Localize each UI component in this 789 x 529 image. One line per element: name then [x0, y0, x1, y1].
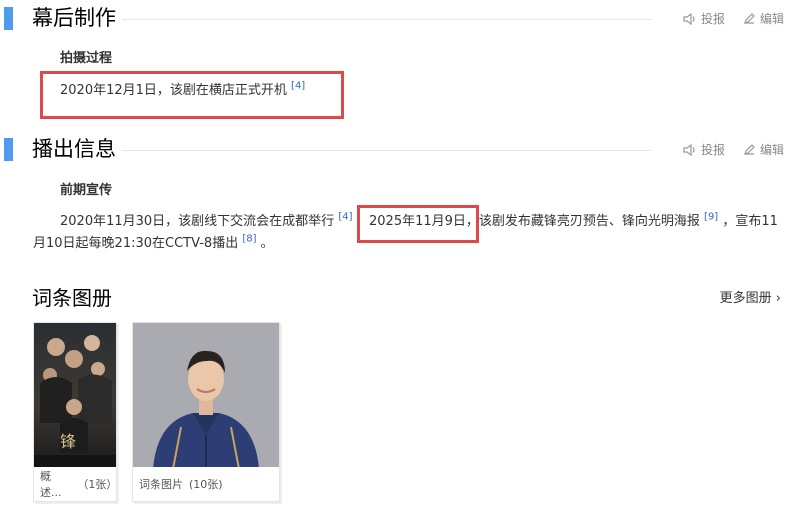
album-count: （1张） [77, 478, 118, 491]
citation-link[interactable]: [8] [242, 234, 256, 245]
promotion-text: 月10日起每晚21:30在CCTV-8播出 [33, 236, 239, 251]
section-title: 幕后制作 [32, 6, 116, 30]
album-name: 概述... [40, 470, 62, 499]
section-divider [122, 150, 652, 151]
promotion-text: ，宣布11 [722, 214, 778, 229]
subheading-filming: 拍摄过程 [60, 51, 113, 66]
filming-text: 2020年12月1日，该剧在横店正式开机 [60, 83, 287, 98]
portrait-image [133, 323, 279, 470]
gallery-title: 词条图册 [32, 286, 112, 310]
speaker-icon [683, 143, 697, 156]
section-header-production: 幕后制作 投报 编辑 [0, 3, 789, 33]
album-card[interactable]: 词条图片 (10张) [132, 322, 280, 502]
promotion-line-1-b: 2025年11月9日，该剧发布藏锋亮刃预告、锋向光明海报 [9] ，宣布11 [369, 211, 778, 233]
album-card[interactable]: 锋 概述... （1张） [33, 322, 117, 502]
subheading-promotion: 前期宣传 [60, 183, 113, 198]
section-tools: 投报 编辑 [683, 141, 784, 158]
report-button[interactable]: 投报 [683, 10, 725, 27]
edit-button[interactable]: 编辑 [743, 141, 784, 158]
chevron-right-icon: › [775, 291, 781, 306]
promotion-line-2: 月10日起每晚21:30在CCTV-8播出 [8] 。 [33, 233, 274, 255]
citation-link[interactable]: [4] [338, 212, 352, 223]
promotion-text: 2025年11月9日，该剧发布藏锋亮刃预告、锋向光明海报 [369, 214, 700, 229]
more-albums-link[interactable]: 更多图册 › [720, 287, 781, 306]
citation-link[interactable]: [9] [704, 212, 718, 223]
promotion-text: 2020年11月30日，该剧线下交流会在成都举行 [60, 214, 335, 229]
promotion-text: 。 [260, 236, 274, 251]
section-title: 播出信息 [32, 137, 116, 161]
promotion-line-1-a: 2020年11月30日，该剧线下交流会在成都举行 [4] [60, 211, 352, 233]
album-name: 词条图片 [139, 478, 183, 491]
edit-label: 编辑 [759, 143, 784, 157]
poster-image: 锋 [34, 323, 116, 469]
pencil-icon [743, 143, 756, 156]
edit-button[interactable]: 编辑 [743, 10, 784, 27]
report-label: 投报 [700, 143, 725, 157]
report-label: 投报 [700, 12, 725, 26]
album-caption: 概述... （1张） [34, 467, 118, 501]
section-divider [122, 19, 652, 20]
svg-text:锋: 锋 [60, 432, 76, 451]
album-count: (10张) [189, 478, 223, 491]
report-button[interactable]: 投报 [683, 141, 725, 158]
speaker-icon [683, 12, 697, 25]
section-header-broadcast: 播出信息 投报 编辑 [0, 134, 789, 164]
filming-paragraph: 2020年12月1日，该剧在横店正式开机 [4] [60, 80, 305, 102]
edit-label: 编辑 [759, 12, 784, 26]
pencil-icon [743, 12, 756, 25]
section-accent-bar [4, 7, 13, 30]
album-caption: 词条图片 (10张) [133, 467, 279, 501]
section-tools: 投报 编辑 [683, 10, 784, 27]
more-albums-label: 更多图册 [719, 291, 772, 306]
citation-link[interactable]: [4] [291, 81, 305, 92]
section-accent-bar [4, 138, 13, 161]
